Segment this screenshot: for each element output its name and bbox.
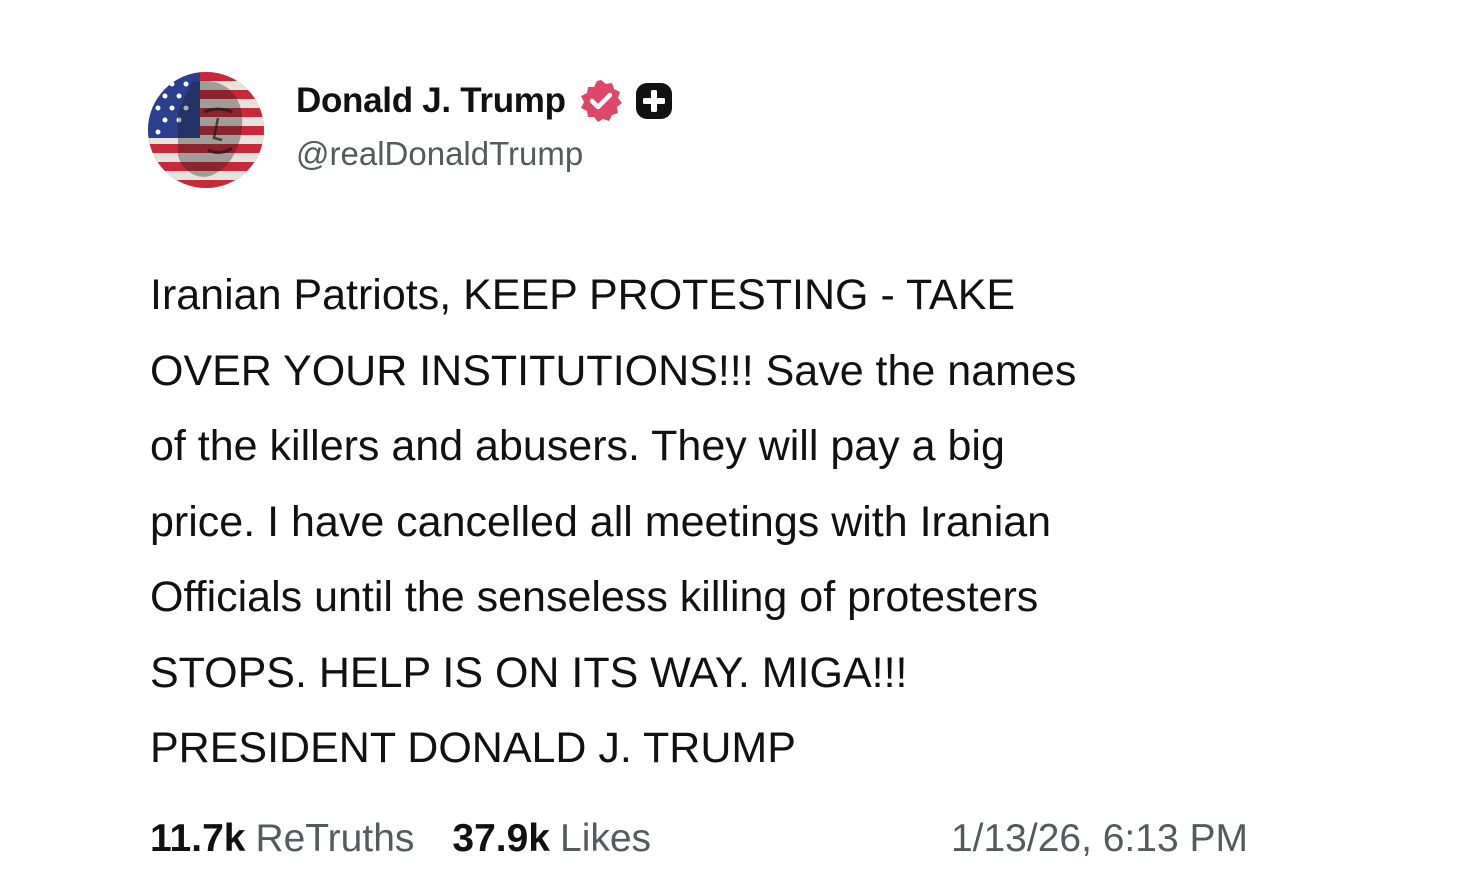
post-header: Donald J. Trump @realDonaldTrump <box>148 72 674 188</box>
author-identity: Donald J. Trump @realDonaldTrump <box>296 79 674 173</box>
post-stats-footer: 11.7k ReTruths 37.9k Likes 1/13/26, 6:13… <box>150 812 1250 866</box>
likes-count: 37.9k <box>452 817 550 860</box>
retruths-stat[interactable]: 11.7k ReTruths <box>150 817 414 861</box>
post-body-text: Iranian Patriots, KEEP PROTESTING - TAKE… <box>150 271 1077 772</box>
plus-badge-icon <box>634 81 674 121</box>
likes-stat[interactable]: 37.9k Likes <box>452 817 651 861</box>
user-handle[interactable]: @realDonaldTrump <box>296 135 674 173</box>
truth-post: Donald J. Trump @realDonaldTrump Iranian… <box>0 0 1483 891</box>
avatar[interactable] <box>148 72 264 188</box>
retruths-count: 11.7k <box>150 817 246 860</box>
verified-badge-icon <box>578 78 624 124</box>
post-timestamp[interactable]: 1/13/26, 6:13 PM <box>951 817 1248 861</box>
display-name[interactable]: Donald J. Trump <box>296 81 566 121</box>
likes-label: Likes <box>560 817 652 860</box>
name-row: Donald J. Trump <box>296 79 674 123</box>
retruths-label: ReTruths <box>255 817 415 860</box>
flag-portrait-avatar-icon <box>148 72 264 188</box>
